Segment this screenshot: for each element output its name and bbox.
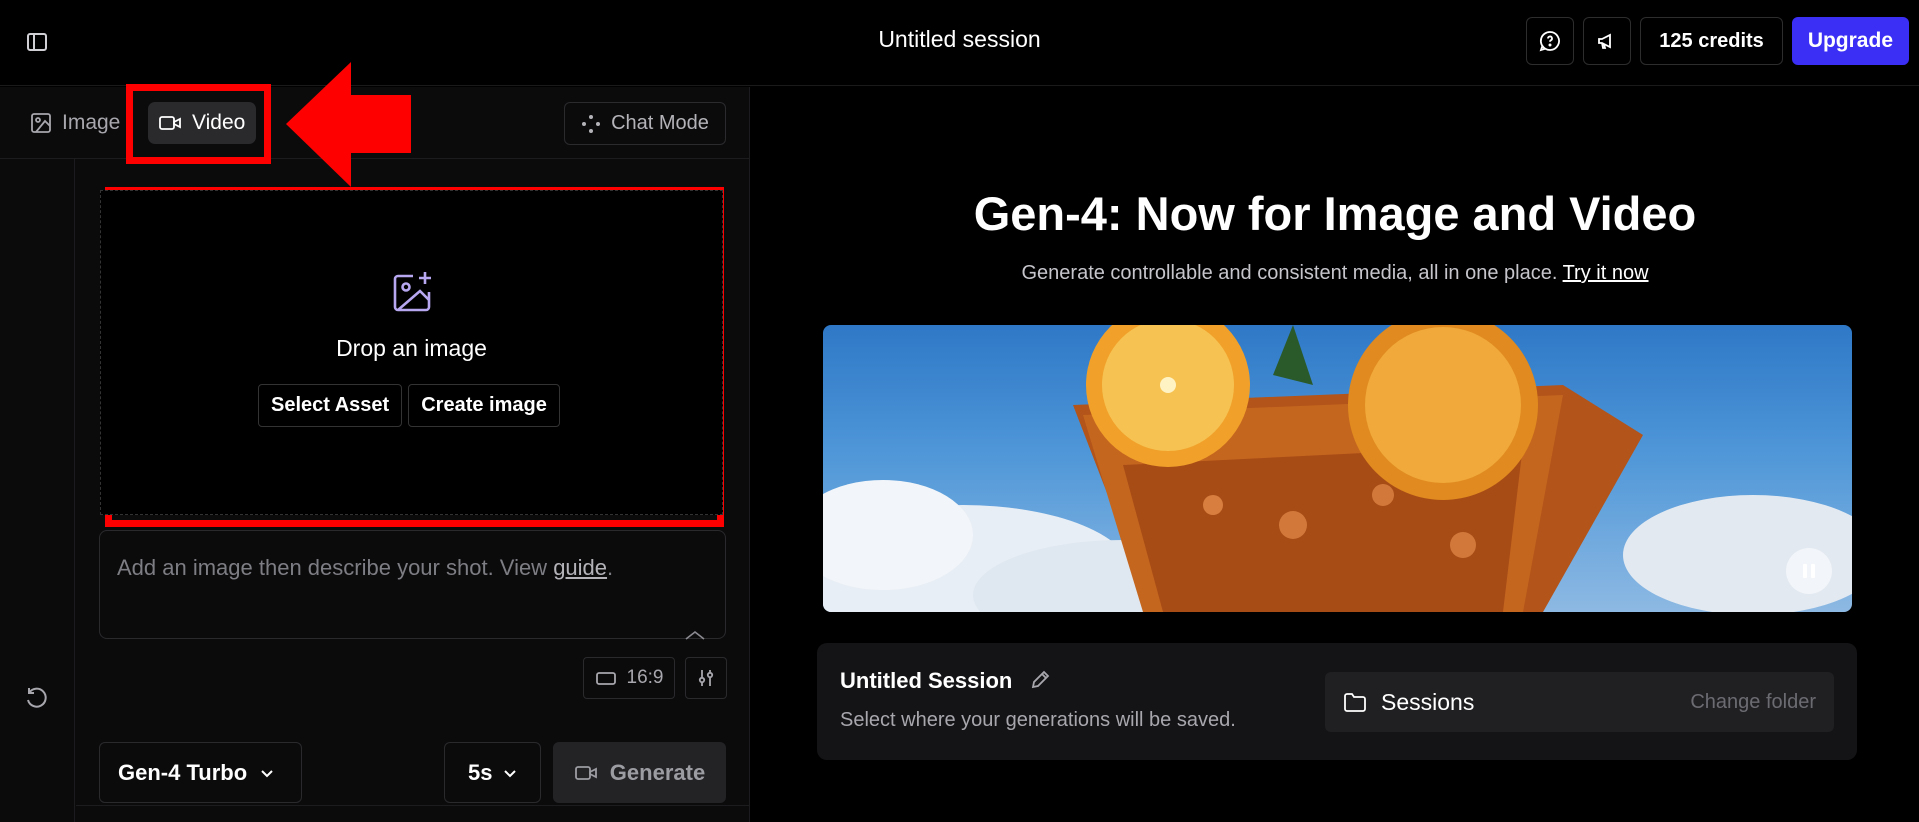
folder-selector[interactable]: Sessions Change folder: [1325, 672, 1834, 732]
session-description: Select where your generations will be sa…: [840, 709, 1236, 731]
credits-button[interactable]: 125 credits: [1640, 17, 1783, 65]
tab-video-label: Video: [192, 111, 246, 134]
hero-video-frame: [823, 325, 1852, 612]
prompt-input[interactable]: Add an image then describe your shot. Vi…: [99, 530, 726, 639]
folder-label: Sessions: [1381, 688, 1475, 715]
generate-button[interactable]: Generate: [553, 742, 726, 803]
duration-select-value: 5s: [468, 759, 493, 785]
change-folder-button[interactable]: Change folder: [1690, 691, 1816, 714]
add-image-icon: [393, 272, 431, 312]
create-image-button[interactable]: Create image: [408, 384, 560, 427]
chevron-down-icon: [261, 769, 273, 777]
prompt-placeholder: Add an image then describe your shot. Vi…: [117, 555, 613, 581]
select-asset-button[interactable]: Select Asset: [258, 384, 403, 427]
hero-video[interactable]: [823, 325, 1852, 612]
folder-icon: [1344, 693, 1366, 712]
tab-image-label: Image: [62, 111, 121, 134]
prompt-placeholder-text: Add an image then describe your shot. Vi…: [117, 555, 554, 580]
top-actions: 125 credits Upgrade: [1526, 17, 1909, 65]
chevron-down-icon: [504, 769, 517, 777]
sliders-icon: [698, 670, 714, 686]
tab-image[interactable]: Image: [30, 102, 120, 144]
drop-zone-actions: Select Asset Create image: [258, 384, 560, 427]
aspect-ratio-value: 16:9: [626, 667, 664, 688]
history-undo-icon[interactable]: [24, 685, 50, 711]
hero-title: Gen-4: Now for Image and Video: [973, 187, 1697, 240]
video-camera-icon: [574, 765, 597, 780]
left-rail: [0, 159, 75, 822]
model-select[interactable]: Gen-4 Turbo: [99, 742, 302, 803]
divider: [76, 805, 750, 806]
drop-zone-title: Drop an image: [336, 335, 487, 361]
prompt-placeholder-end: .: [607, 555, 614, 580]
feedback-button[interactable]: [1526, 17, 1575, 65]
sidebar-toggle-icon[interactable]: [22, 27, 52, 57]
aspect-ratio-button[interactable]: 16:9: [583, 657, 675, 699]
chat-help-icon: [1539, 31, 1561, 52]
generate-label: Generate: [609, 759, 706, 785]
try-it-now-link[interactable]: Try it now: [1563, 262, 1649, 284]
video-camera-icon: [159, 116, 181, 130]
duration-select[interactable]: 5s: [444, 742, 541, 803]
annotation-arrow-icon: [286, 62, 411, 187]
hero-subtitle-text: Generate controllable and consistent med…: [1021, 262, 1558, 284]
guide-link[interactable]: guide: [553, 555, 607, 580]
megaphone-icon: [1598, 33, 1612, 49]
prompt-expand-icon[interactable]: [684, 629, 706, 641]
aspect-ratio-icon: [595, 672, 616, 685]
upgrade-button[interactable]: Upgrade: [1791, 17, 1909, 65]
tab-video[interactable]: Video: [148, 102, 256, 144]
image-icon: [31, 113, 51, 133]
chat-mode-button[interactable]: Chat Mode: [564, 102, 726, 145]
pencil-edit-icon[interactable]: [1029, 669, 1051, 691]
sparkle-dots-icon: [582, 114, 601, 133]
announcements-button[interactable]: [1583, 17, 1632, 65]
pause-icon: [1803, 564, 1815, 578]
pause-button[interactable]: [1786, 548, 1832, 594]
chat-mode-label: Chat Mode: [611, 112, 709, 134]
session-name: Untitled Session: [840, 668, 1013, 693]
model-select-value: Gen-4 Turbo: [118, 759, 248, 785]
hero-subtitle: Generate controllable and consistent med…: [751, 262, 1919, 285]
advanced-settings-button[interactable]: [685, 657, 727, 699]
